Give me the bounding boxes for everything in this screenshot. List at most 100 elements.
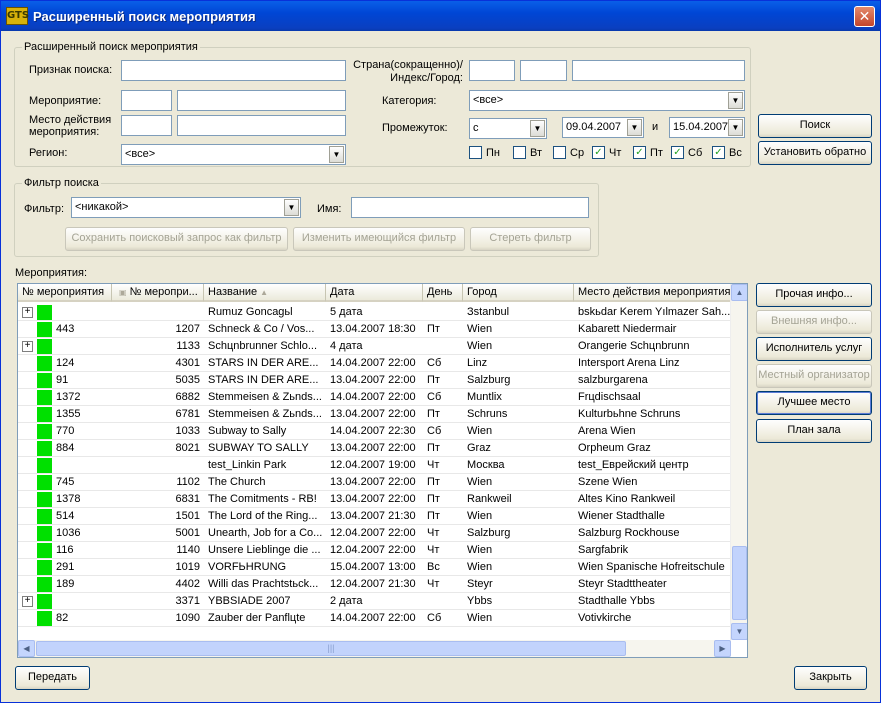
scroll-right-icon[interactable]: ▶ [714,640,731,657]
day-checkbox-fri[interactable]: ✓ Пт [633,146,663,160]
title-bar[interactable]: GTS Расширенный поиск мероприятия ✕ [1,1,880,31]
checkmark-icon[interactable]: ✓ [712,146,725,159]
day-checkbox-sun[interactable]: ✓ Вс [712,146,742,160]
chevron-down-icon[interactable]: ▼ [728,92,743,109]
close-window-button[interactable]: ✕ [854,6,875,27]
venue-label-line2: мероприятия: [29,126,100,138]
other-info-button[interactable]: Прочая инфо... [756,283,872,307]
column-header[interactable]: № мероприятия [18,284,112,302]
table-row[interactable]: 189 4402 Willi das Prachtstьck... 12.04.200… [18,576,731,593]
day-checkbox-wed[interactable]: Ср [553,146,584,160]
table-row[interactable]: 443 1207 Schneck & Co / Vos... 13.04.2007 1… [18,321,731,338]
venue-id-input[interactable] [121,115,172,136]
table-cell-id1: 884 [56,442,75,454]
category-select[interactable]: <все> ▼ [469,90,745,111]
search-button[interactable]: Поиск [758,114,872,138]
venue-name-input[interactable] [177,115,346,136]
table-row[interactable]: 91 5035 STARS IN DER ARE... 13.04.2007 22:0… [18,372,731,389]
scroll-down-icon[interactable]: ▼ [731,623,747,640]
region-select[interactable]: <все> ▼ [121,144,346,165]
table-row[interactable]: +1133 Schцnbrunner Schlo... 4 дата Wien Oran… [18,338,731,355]
column-header[interactable]: День [423,284,463,302]
date-from-picker[interactable]: 09.04.2007 ▼ [562,117,644,138]
checkbox-icon[interactable] [553,146,566,159]
table-row[interactable]: + Rumuz Goncagьl 5 дата Зstanbul bskьdar Ker… [18,304,731,321]
table-cell-id1: 443 [56,323,75,335]
transfer-button[interactable]: Передать [15,666,90,690]
event-id-input[interactable] [121,90,172,111]
day-checkbox-thu[interactable]: ✓ Чт [592,146,621,160]
vertical-scrollbar[interactable]: ▲ ▼ [730,284,747,640]
local-organizer-button[interactable]: Местный организатор [756,364,872,388]
column-header[interactable]: Место действия мероприятия [574,284,731,302]
scroll-up-icon[interactable]: ▲ [731,284,747,301]
period-mode-select[interactable]: с ▼ [469,118,547,139]
status-indicator [37,373,52,388]
service-provider-button[interactable]: Исполнитель услуг [756,337,872,361]
feature-input[interactable] [121,60,346,81]
best-seat-button[interactable]: Лучшее место [756,391,872,415]
horizontal-scrollbar[interactable]: ◀ ||| ▶ [18,640,731,657]
table-row[interactable]: 514 1501 The Lord of the Ring... 13.04.2007… [18,508,731,525]
delete-filter-button[interactable]: Стереть фильтр [470,227,591,251]
table-cell-date: 13.04.2007 18:30 [330,323,416,335]
table-cell-day: Пт [427,408,440,420]
expand-icon[interactable]: + [22,596,33,607]
save-filter-button[interactable]: Сохранить поисковый запрос как фильтр [65,227,288,251]
table-cell-city: Wien [467,510,493,522]
event-name-input[interactable] [177,90,346,111]
external-info-button[interactable]: Внешняя инфо... [756,310,872,334]
change-filter-button[interactable]: Изменить имеющийся фильтр [293,227,465,251]
close-button[interactable]: Закрыть [794,666,867,690]
day-checkbox-mon[interactable]: Пн [469,146,500,160]
day-checkbox-tue[interactable]: Вт [513,146,542,160]
table-row[interactable]: +3371 YBBSIADE 2007 2 дата Ybbs Stadthalle Y… [18,593,731,610]
period-label: Промежуток: [382,122,448,134]
checkmark-icon[interactable]: ✓ [671,146,684,159]
checkmark-icon[interactable]: ✓ [633,146,646,159]
table-cell-date: 14.04.2007 22:00 [330,357,416,369]
table-row[interactable]: test_Linkin Park 12.04.2007 19:00 Чт Москва… [18,457,731,474]
chevron-down-icon[interactable]: ▼ [728,119,743,136]
table-cell-city: Wien [467,340,493,352]
filter-name-input[interactable] [351,197,589,218]
column-header-sorted[interactable]: Название ▲ [204,284,326,302]
table-row[interactable]: 1355 6781 Stemmeisen & Zьnds... 13.04.2007 … [18,406,731,423]
postal-code-input[interactable] [520,60,567,81]
table-row[interactable]: 291 1019 VORFЬHRUNG 15.04.2007 13:00 Вс Wien W… [18,559,731,576]
horizontal-scroll-thumb[interactable]: ||| [36,641,626,656]
checkbox-icon[interactable] [469,146,482,159]
table-row[interactable]: 745 1102 The Church 13.04.2007 22:00 Пт Wien S… [18,474,731,491]
chevron-down-icon[interactable]: ▼ [329,146,344,163]
vertical-scroll-thumb[interactable] [732,546,747,620]
chevron-down-icon[interactable]: ▼ [627,119,642,136]
expand-icon[interactable]: + [22,341,33,352]
status-indicator [37,594,52,609]
table-row[interactable]: 884 8021 SUBWAY TO SALLY 13.04.2007 22:00 Пт… [18,440,731,457]
table-cell-city: Linz [467,357,488,369]
hall-plan-button[interactable]: План зала [756,419,872,443]
column-header[interactable]: ▣ № меропри... [112,284,204,302]
chevron-down-icon[interactable]: ▼ [284,199,299,216]
city-input[interactable] [572,60,745,81]
chevron-down-icon[interactable]: ▼ [530,120,545,137]
expand-icon[interactable]: + [22,307,33,318]
filter-select[interactable]: <никакой> ▼ [71,197,301,218]
reset-button[interactable]: Установить обратно [758,141,872,165]
date-to-picker[interactable]: 15.04.2007 ▼ [669,117,745,138]
table-row[interactable]: 1372 6882 Stemmeisen & Zьnds... 14.04.2007 … [18,389,731,406]
day-checkbox-sat[interactable]: ✓ Сб [671,146,702,160]
table-row[interactable]: 1378 6831 The Comitments - RB! 13.04.2007 2… [18,491,731,508]
column-header[interactable]: Город [463,284,574,302]
table-row[interactable]: 82 1090 Zauber der Panflцte 14.04.2007 22:0… [18,610,731,627]
country-input[interactable] [469,60,515,81]
table-row[interactable]: 116 1140 Unsere Lieblinge die ... 12.04.200… [18,542,731,559]
scroll-left-icon[interactable]: ◀ [18,640,35,657]
table-row[interactable]: 1036 5001 Unearth, Job for a Co... 12.04.20… [18,525,731,542]
table-cell-id1: 1036 [56,527,81,539]
column-header[interactable]: Дата [326,284,423,302]
table-row[interactable]: 124 4301 STARS IN DER ARE... 14.04.2007 22:… [18,355,731,372]
table-row[interactable]: 770 1033 Subway to Sally 14.04.2007 22:30 Сб… [18,423,731,440]
checkmark-icon[interactable]: ✓ [592,146,605,159]
checkbox-icon[interactable] [513,146,526,159]
